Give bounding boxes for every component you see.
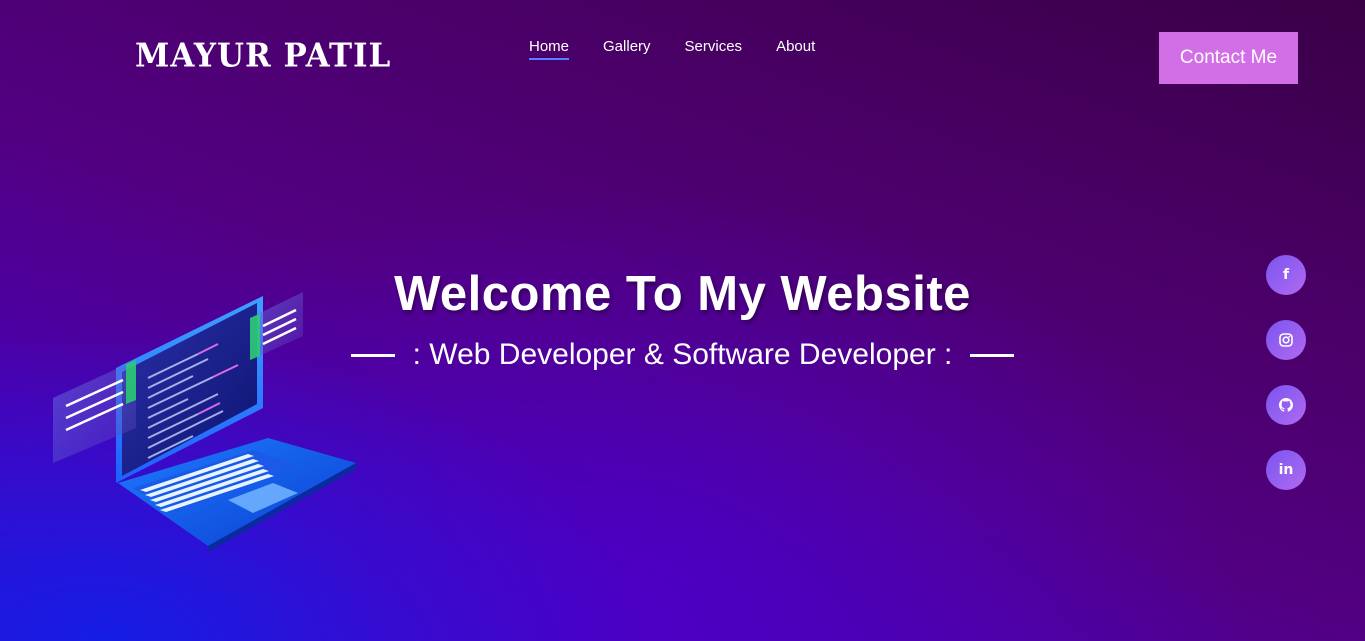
github-icon (1279, 398, 1293, 412)
hero-title: Welcome To My Website (394, 267, 971, 321)
linkedin-link[interactable]: in (1266, 450, 1306, 490)
hero-subtitle-row: : Web Developer & Software Developer : (0, 338, 1365, 372)
laptop-illustration (53, 292, 356, 552)
nav-gallery[interactable]: Gallery (603, 38, 651, 60)
nav-services[interactable]: Services (685, 38, 743, 60)
linkedin-icon: in (1278, 462, 1294, 478)
site-logo[interactable]: MAYUR PATIL (135, 37, 391, 75)
right-dash-divider (970, 353, 1015, 357)
facebook-link[interactable]: f (1266, 255, 1306, 295)
facebook-icon: f (1282, 267, 1290, 283)
instagram-link[interactable] (1266, 320, 1306, 360)
social-links: f in (1266, 255, 1306, 490)
left-dash-divider (350, 353, 395, 357)
nav-home[interactable]: Home (529, 38, 570, 60)
github-link[interactable] (1266, 385, 1306, 425)
hero-subtitle: : Web Developer & Software Developer : (412, 338, 953, 371)
main-nav: Home Gallery Services About (529, 38, 815, 60)
nav-about[interactable]: About (776, 38, 815, 60)
instagram-icon (1279, 333, 1293, 347)
contact-me-button[interactable]: Contact Me (1159, 32, 1298, 84)
